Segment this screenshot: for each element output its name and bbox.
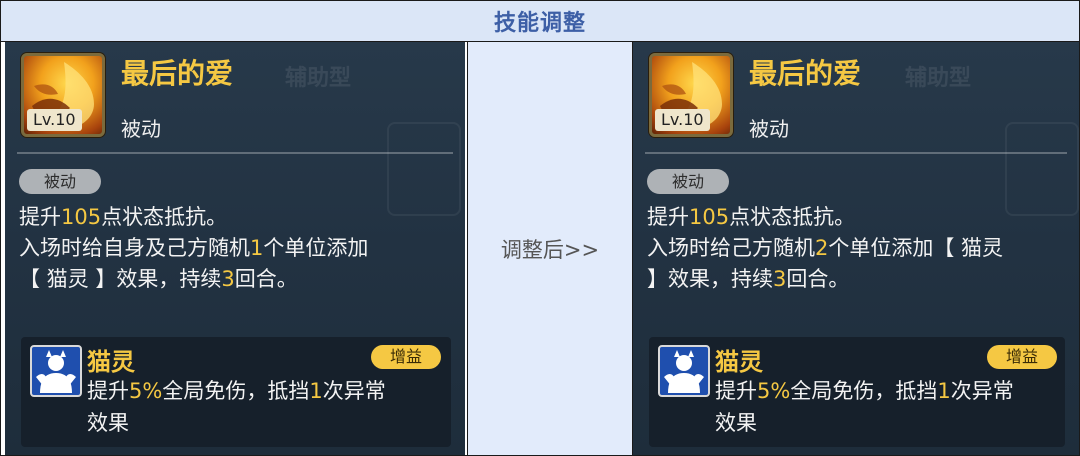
buff-card: 猫灵 增益 提升5%全局免伤，抵挡1次异常 效果 (649, 337, 1065, 447)
page-title: 技能调整 (1, 1, 1079, 42)
bg-card (387, 122, 461, 216)
desc-line-1: 提升105点状态抵抗。 (19, 205, 228, 229)
level-badge: Lv.10 (27, 109, 82, 131)
desc-line-3: 】效果，持续3回合。 (647, 267, 850, 291)
divider (17, 152, 453, 154)
skill-description: 提升105点状态抵抗。 入场时给己方随机2个单位添加【 猫灵 】效果，持续3回合… (647, 202, 1003, 295)
bg-card (1005, 122, 1079, 216)
skill-panel-after: 辅助型 Lv.10 最后的爱 被动 被动 提升105点状态抵抗。 入场时给己方随… (633, 42, 1079, 455)
skill-type: 被动 (749, 117, 789, 141)
skill-name: 最后的爱 (121, 57, 234, 90)
buff-name: 猫灵 (715, 348, 763, 376)
buff-description: 提升5%全局免伤，抵挡1次异常 效果 (715, 375, 1014, 439)
passive-tag: 被动 (19, 169, 101, 194)
bg-label: 辅助型 (285, 66, 352, 91)
desc-line-1: 提升105点状态抵抗。 (647, 205, 856, 229)
skill-icon: Lv.10 (21, 53, 105, 137)
skill-panel-before: 辅助型 Lv.10 最后的爱 被动 被动 提升105点状态抵抗。 入场时给自身及… (5, 42, 465, 455)
comparison-frame: 技能调整 辅助型 Lv.10 最后的爱 被动 被动 提升105点状态抵抗。 入场… (0, 0, 1080, 456)
divider (645, 152, 1067, 154)
buff-card: 猫灵 增益 提升5%全局免伤，抵挡1次异常 效果 (21, 337, 451, 447)
cat-spirit-icon (664, 350, 704, 393)
buff-description: 提升5%全局免伤，抵挡1次异常 效果 (87, 375, 386, 439)
skill-icon: Lv.10 (649, 53, 733, 137)
adjusted-arrow-label: 调整后>> (467, 42, 633, 455)
buff-desc-line-1: 提升5%全局免伤，抵挡1次异常 (87, 379, 386, 403)
skill-name: 最后的爱 (749, 57, 862, 90)
skill-description: 提升105点状态抵抗。 入场时给自身及己方随机1个单位添加 【 猫灵 】效果，持… (19, 202, 368, 295)
buff-desc-line-2: 效果 (87, 411, 129, 435)
desc-line-2: 入场时给自身及己方随机1个单位添加 (19, 236, 369, 260)
buff-badge: 增益 (371, 345, 441, 369)
bg-label: 辅助型 (905, 66, 972, 91)
buff-desc-line-2: 效果 (715, 411, 757, 435)
skill-type: 被动 (121, 117, 161, 141)
desc-line-2: 入场时给己方随机2个单位添加【 猫灵 (647, 236, 1004, 260)
desc-line-3: 【 猫灵 】效果，持续3回合。 (19, 267, 298, 291)
buff-icon (30, 345, 82, 397)
buff-icon (658, 345, 710, 397)
level-badge: Lv.10 (655, 109, 710, 131)
buff-badge: 增益 (987, 345, 1057, 369)
buff-name: 猫灵 (87, 348, 135, 376)
passive-tag: 被动 (647, 169, 729, 194)
cat-spirit-icon (36, 350, 76, 393)
buff-desc-line-1: 提升5%全局免伤，抵挡1次异常 (715, 379, 1014, 403)
